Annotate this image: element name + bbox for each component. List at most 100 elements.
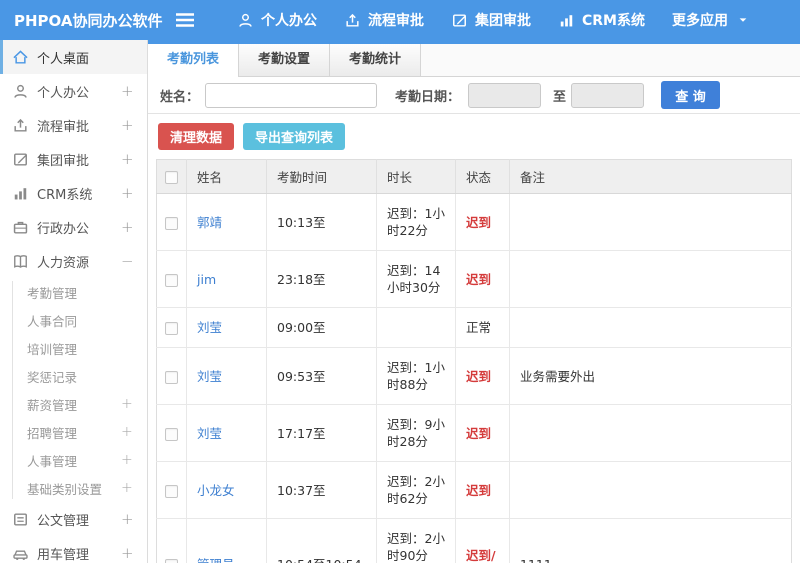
date-to-label: 至 (553, 89, 567, 105)
chart-icon (12, 185, 29, 202)
expand-toggle-icon[interactable]: + (121, 116, 147, 134)
sidebar-item-group-approval[interactable]: 集团审批 + (0, 142, 147, 176)
nav-item-label: 流程审批 (368, 13, 424, 29)
row-checkbox-cell (156, 307, 187, 348)
expand-toggle-icon[interactable]: + (121, 150, 147, 168)
date-from-input[interactable] (468, 82, 542, 108)
nav-item-label: 更多应用 (672, 13, 728, 29)
sidebar-subitem-salary-mgmt[interactable]: 薪资管理 + (0, 390, 147, 418)
sidebar-subitem-label: 招聘管理 (27, 425, 78, 441)
status-cell: 迟到 (455, 250, 510, 308)
sidebar-subitem-label: 考勤管理 (27, 285, 78, 301)
sidebar-item-crm-system[interactable]: CRM系统 + (0, 176, 147, 210)
name-filter-label: 姓名： (160, 89, 200, 105)
time-cell: 10:54至10:54 (266, 518, 377, 563)
employee-name-link[interactable]: 刘莹 (197, 426, 222, 441)
tab-attendance-stats[interactable]: 考勤统计 (330, 44, 422, 76)
employee-name-link[interactable]: 刘莹 (197, 369, 222, 384)
employee-name-link[interactable]: jim (197, 272, 216, 287)
nav-item-crm-system[interactable]: CRM系统 (558, 10, 645, 30)
row-checkbox-cell (156, 250, 187, 308)
sidebar-item-label: 公文管理 (37, 513, 90, 529)
row-checkbox[interactable] (165, 427, 178, 441)
attendance-table: 姓名 考勤时间 时长 状态 备注 郭靖 10:13至 迟到：1小时22分 迟到 jim 23:18… (156, 159, 792, 563)
tab-attendance-list[interactable]: 考勤列表 (148, 44, 240, 77)
clean-data-button[interactable]: 清理数据 (158, 123, 235, 150)
duration-line: 迟到：1小时22分 (387, 206, 445, 238)
select-all-checkbox[interactable] (165, 171, 178, 184)
nav-item-personal-office[interactable]: 个人办公 (237, 10, 317, 30)
table-row: jim 23:18至 迟到：14小时30分 迟到 (156, 250, 792, 308)
sidebar-subitem-personnel-mgmt[interactable]: 人事管理 + (0, 446, 147, 474)
sidebar-subitem-recruit-mgmt[interactable]: 招聘管理 + (0, 418, 147, 446)
sidebar-item-vehicle-mgmt[interactable]: 用车管理 + (0, 536, 147, 563)
export-list-button[interactable]: 导出查询列表 (243, 123, 346, 150)
nav-item-workflow-approval[interactable]: 流程审批 (344, 10, 424, 30)
expand-toggle-icon[interactable]: + (121, 452, 147, 468)
sidebar-subitem-reward-punishment[interactable]: 奖惩记录 (0, 362, 147, 390)
sidebar-item-document-mgmt[interactable]: 公文管理 + (0, 502, 147, 536)
row-checkbox-cell (156, 518, 187, 563)
expand-toggle-icon[interactable]: + (121, 480, 147, 496)
name-cell: 刘莹 (186, 307, 267, 348)
time-cell: 09:53至 (266, 347, 377, 405)
expand-toggle-icon[interactable]: + (121, 424, 147, 440)
tab-bar: 考勤列表 考勤设置 考勤统计 (148, 44, 800, 77)
menu-toggle-icon[interactable] (175, 12, 197, 28)
nav-item-group-approval[interactable]: 集团审批 (451, 10, 531, 30)
expand-toggle-icon[interactable]: − (121, 252, 147, 270)
time-cell: 17:17至 (266, 404, 377, 462)
status-badge: 迟到 (466, 425, 492, 441)
status-badge: 迟到 (466, 271, 492, 287)
status-badge: 正常 (466, 320, 492, 335)
name-filter-input[interactable] (205, 82, 378, 108)
expand-toggle-icon[interactable]: + (121, 510, 147, 528)
date-to-input[interactable] (571, 82, 645, 108)
note-cell (509, 307, 792, 348)
sidebar-subitem-label: 奖惩记录 (27, 369, 78, 385)
row-checkbox[interactable] (165, 484, 178, 498)
note-cell (509, 250, 792, 308)
expand-toggle-icon[interactable]: + (121, 184, 147, 202)
flow-icon (12, 117, 29, 134)
expand-toggle-icon[interactable]: + (121, 544, 147, 562)
duration-line: 迟到：14小时30分 (387, 263, 441, 295)
name-cell: 刘莹 (186, 404, 267, 462)
duration-cell: 迟到：9小时28分 (376, 404, 456, 462)
sidebar-item-personal-desktop[interactable]: 个人桌面 (0, 40, 147, 74)
time-cell: 23:18至 (266, 250, 377, 308)
row-checkbox[interactable] (165, 322, 178, 335)
sidebar-subitem-hr-contract[interactable]: 人事合同 (0, 306, 147, 334)
edit-icon (12, 151, 29, 168)
row-checkbox-cell (156, 193, 187, 251)
nav-item-more-apps[interactable]: 更多应用 (672, 10, 749, 30)
sidebar-item-workflow-approval[interactable]: 流程审批 + (0, 108, 147, 142)
date-filter-label: 考勤日期： (395, 89, 461, 105)
app-logo: PHPOA协同办公软件 (14, 11, 163, 30)
time-cell: 10:37至 (266, 461, 377, 519)
row-checkbox[interactable] (165, 273, 178, 287)
row-checkbox[interactable] (165, 558, 178, 563)
employee-name-link[interactable]: 小龙女 (197, 483, 235, 498)
tab-attendance-settings[interactable]: 考勤设置 (239, 44, 331, 76)
row-checkbox[interactable] (165, 370, 178, 384)
sidebar-item-personal-office[interactable]: 个人办公 + (0, 74, 147, 108)
time-cell: 09:00至 (266, 307, 377, 348)
expand-toggle-icon[interactable]: + (121, 396, 147, 412)
search-button[interactable]: 查 询 (661, 81, 721, 109)
expand-toggle-icon[interactable]: + (121, 82, 147, 100)
sidebar-item-hr[interactable]: 人力资源 − (0, 244, 147, 278)
sidebar-subitem-attendance-mgmt[interactable]: 考勤管理 (0, 278, 147, 306)
duration-line: 迟到：1小时88分 (387, 360, 445, 392)
employee-name-link[interactable]: 刘莹 (197, 320, 222, 335)
sidebar-subitem-base-category-setting[interactable]: 基础类别设置 + (0, 474, 147, 502)
employee-name-link[interactable]: 郭靖 (197, 215, 222, 230)
sidebar-item-admin-office[interactable]: 行政办公 + (0, 210, 147, 244)
expand-toggle-icon[interactable]: + (121, 218, 147, 236)
status-badge: 迟到/早退 (466, 548, 496, 563)
sidebar-item-label: 个人桌面 (37, 51, 90, 67)
employee-name-link[interactable]: 管理员 (197, 557, 235, 563)
sidebar-subitem-training-mgmt[interactable]: 培训管理 (0, 334, 147, 362)
row-checkbox[interactable] (165, 216, 178, 230)
name-cell: 刘莹 (186, 347, 267, 405)
